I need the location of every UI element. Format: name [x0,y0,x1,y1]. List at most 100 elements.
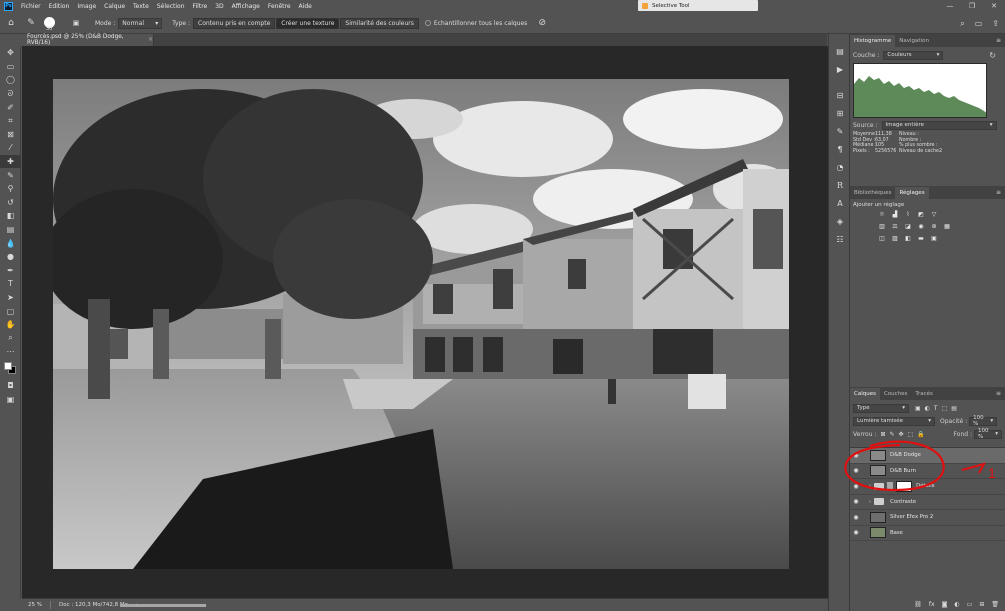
fx-icon[interactable]: fx [929,601,935,608]
screen-mode-icon[interactable]: ▣ [0,392,21,406]
panel-menu-icon[interactable]: ≡ [996,390,1001,397]
tab-paths[interactable]: Tracés [911,388,936,400]
brush-settings-panel-icon[interactable]: ✎ [829,122,851,140]
eraser-icon[interactable]: ◧ [0,209,21,223]
horizontal-scrollbar[interactable] [120,604,206,607]
fill-field[interactable]: 100 % ▾ [974,428,1002,440]
color-lookup-icon[interactable]: ▦ [942,223,952,230]
sample-all-checkbox[interactable] [424,20,431,26]
clone-stamp-icon[interactable]: ⚲ [0,182,21,196]
menu-aide[interactable]: Aide [299,3,312,10]
panel-menu-icon[interactable]: ≡ [996,189,1001,196]
layer-filter-select[interactable]: Type ▾ [853,403,909,413]
layer-group-contrast[interactable]: ◉ › Contraste [850,495,1005,510]
invert-icon[interactable]: ◫ [877,235,887,242]
zoom-tool-icon[interactable]: ⌕ [0,331,21,345]
trash-icon[interactable]: 🗑 [991,601,999,608]
canvas-area[interactable] [22,46,828,598]
lock-icons[interactable]: ⊠✎✥⬚🔒 [880,431,928,438]
close-tab-icon[interactable]: × [148,37,153,43]
proximity-match-button[interactable]: Similarité des couleurs [340,17,419,29]
mode-select[interactable]: Normal ▾ [118,17,163,29]
menu-fenetre[interactable]: Fenêtre [268,3,291,10]
panel-menu-icon[interactable]: ≡ [996,37,1001,44]
layer-silver-efex[interactable]: ◉ Silver Efex Pro 2 [850,510,1005,526]
timeline-icon[interactable]: ☷ [829,230,851,248]
posterize-icon[interactable]: ▨ [890,235,900,242]
ellipse-marquee-icon[interactable]: ◯ [0,73,21,87]
path-selection-icon[interactable]: ➤ [0,291,21,305]
content-aware-button[interactable]: Contenu pris en compte [193,17,276,29]
source-select[interactable]: Image entière ▾ [881,120,997,130]
actions-play-icon[interactable]: ▶ [829,60,851,78]
new-layer-icon[interactable]: ⊞ [979,601,984,608]
eyedropper-icon[interactable]: ⁄ [0,141,21,155]
menu-filtre[interactable]: Filtre [193,3,208,10]
dodge-tool-icon[interactable]: ● [0,250,21,264]
tab-libraries[interactable]: Bibliothèques [850,187,895,199]
color-balance-icon[interactable]: ⚖ [890,223,900,230]
eye-icon[interactable]: ◉ [851,498,861,505]
tips-icon[interactable]: ◔ [829,158,851,176]
blur-tool-icon[interactable]: 💧 [0,236,21,250]
filter-icons[interactable]: ▣◐T⬚▤ [915,405,961,412]
workspace-icon[interactable]: ▭ [975,19,983,28]
tab-histogram[interactable]: Histogramme [850,35,896,47]
layer-burn[interactable]: ◉ D&B Burn [850,464,1005,479]
eye-icon[interactable]: ◉ [851,452,861,459]
link-layers-icon[interactable]: ⛓ [914,601,922,608]
brush-settings-icon[interactable]: ▣ [69,16,83,30]
plugin-r-icon[interactable]: R [829,176,851,194]
create-texture-button[interactable]: Créer une texture [276,17,340,29]
menu-edition[interactable]: Edition [49,3,70,10]
zoom-level[interactable]: 25 % [28,602,42,608]
menu-selection[interactable]: Sélection [157,3,185,10]
chevron-right-icon[interactable]: › [869,499,871,505]
blend-mode-select[interactable]: Lumière tamisée ▾ [853,416,935,426]
vibrance-icon[interactable]: ▽ [929,211,939,218]
menu-texte[interactable]: Texte [133,3,149,10]
close-window-button[interactable]: ✕ [983,0,1005,13]
rectangle-tool-icon[interactable]: ▢ [0,304,21,318]
paragraph-icon[interactable]: ¶ [829,140,851,158]
pen-tool-icon[interactable]: ✒ [0,264,21,278]
3d-panel-icon[interactable]: ◈ [829,212,851,230]
channel-select[interactable]: Couleurs ▾ [883,50,944,60]
history-panel-icon[interactable]: ▤ [829,42,851,60]
hue-saturation-icon[interactable]: ▥ [877,223,887,230]
foreground-color[interactable] [4,361,12,370]
crop-tool-icon[interactable]: ⌗ [0,114,21,128]
quick-mask-icon[interactable]: ◘ [0,379,21,393]
gradient-map-icon[interactable]: ▬ [916,235,926,242]
exposure-icon[interactable]: ◩ [916,211,926,218]
chevron-right-icon[interactable]: › [869,483,871,489]
opacity-field[interactable]: 100 % ▾ [969,415,998,427]
healing-brush-tool-icon[interactable]: ✚ [0,154,21,169]
adjust-panel-icon[interactable]: ⊟ [829,86,851,104]
eye-icon[interactable]: ◉ [851,467,861,474]
menu-calque[interactable]: Calque [104,3,125,10]
pressure-icon[interactable]: ⊘ [535,16,549,30]
photo-filter-icon[interactable]: ◉ [916,223,926,230]
menu-3d[interactable]: 3D [215,3,223,10]
add-mask-icon[interactable]: ◙ [942,601,948,608]
hand-tool-icon[interactable]: ✋ [0,318,21,332]
marquee-tool-icon[interactable]: ▭ [0,60,21,74]
tab-layers[interactable]: Calques [850,388,880,400]
gradient-tool-icon[interactable]: ▤ [0,223,21,237]
more-tools-icon[interactable]: ⋯ [0,345,21,359]
properties-icon[interactable]: ⊞ [829,104,851,122]
home-icon[interactable]: ⌂ [4,16,18,30]
tab-channels[interactable]: Couches [880,388,911,400]
brush-tool-icon[interactable]: ✎ [0,168,21,182]
minimize-button[interactable]: — [939,0,961,13]
share-icon[interactable]: ⇪ [992,19,999,28]
black-white-icon[interactable]: ◪ [903,223,913,230]
menu-fichier[interactable]: Fichier [21,3,41,10]
document-tab[interactable]: Fourcès.psd @ 25% (D&B Dodge, RVB/16) × [22,34,154,46]
selective-tool-window[interactable]: Selective Tool [638,0,758,11]
quick-selection-icon[interactable]: ✐ [0,100,21,114]
layer-mask-thumbnail[interactable] [896,480,913,492]
document-image[interactable] [53,79,789,569]
channel-mixer-icon[interactable]: ⊛ [929,223,939,230]
